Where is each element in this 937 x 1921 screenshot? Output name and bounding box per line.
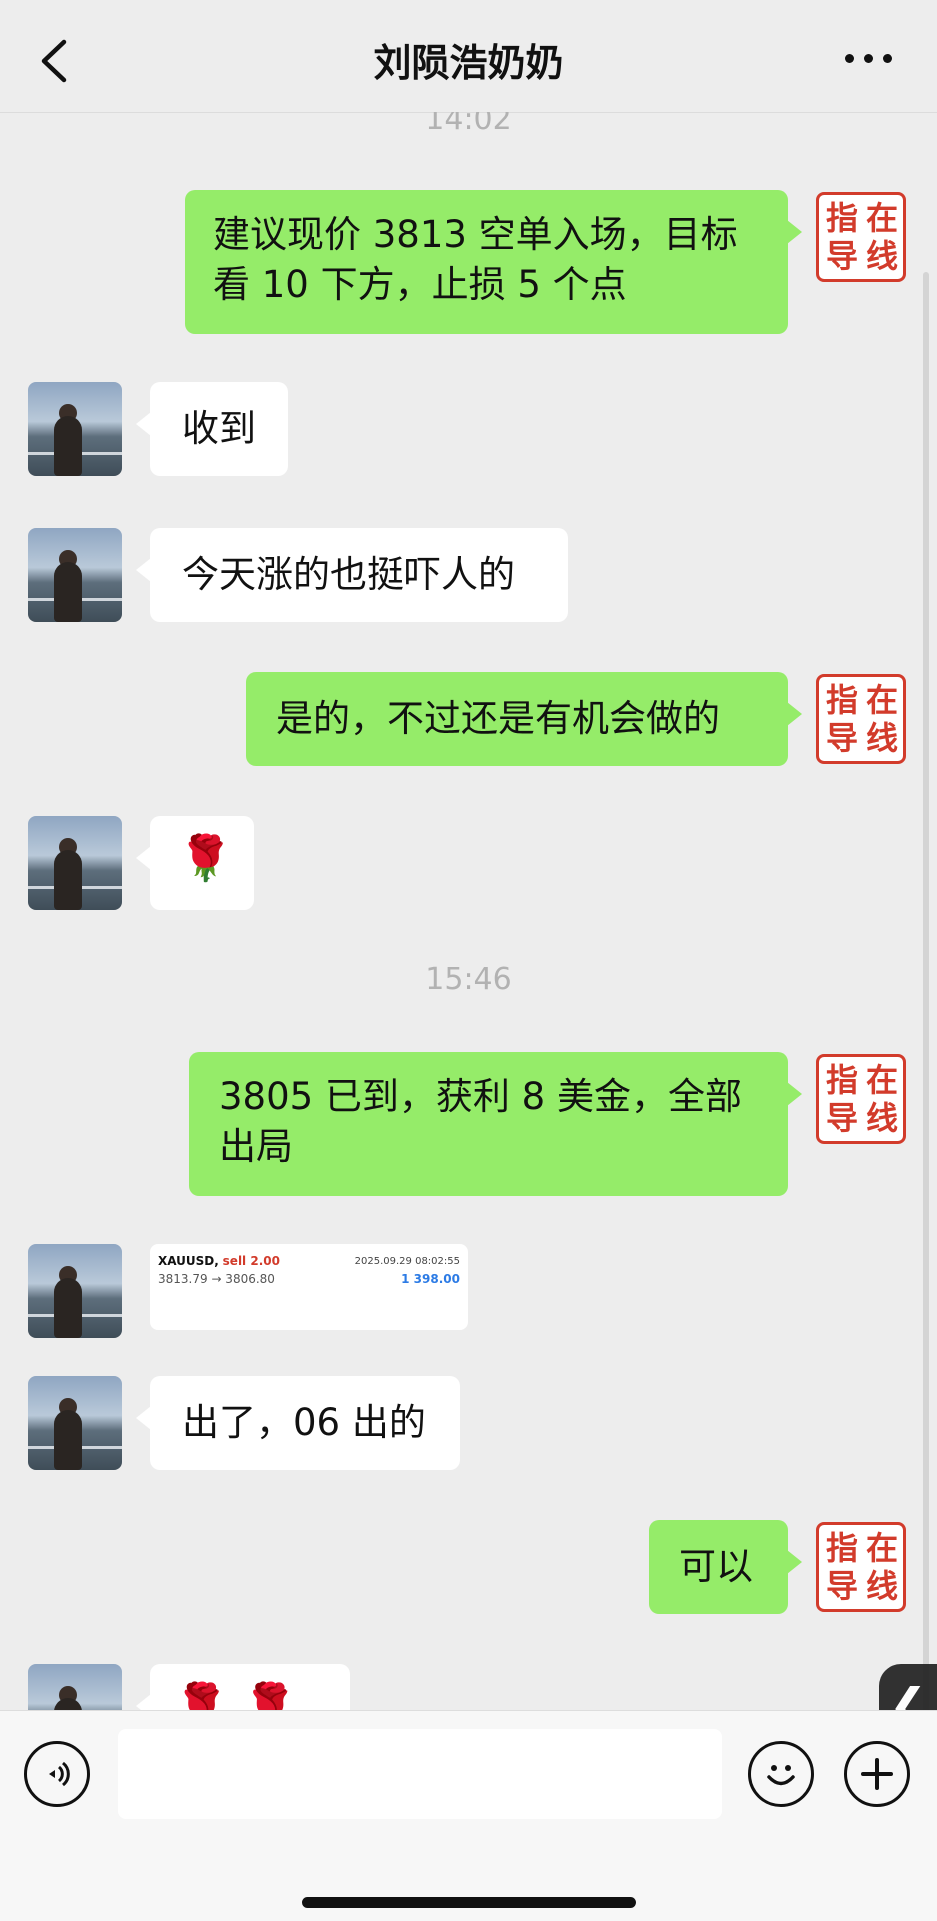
contact-avatar[interactable] (28, 1376, 122, 1470)
chat-header: 刘陨浩奶奶 (0, 0, 937, 113)
message-list[interactable]: 14:02 建议现价 3813 空单入场，目标 看 10 下方，止损 5 个点 … (0, 112, 937, 1710)
seal-avatar[interactable]: 指 在 导 线 (816, 1522, 906, 1612)
trade-symbol: XAUUSD, (158, 1254, 219, 1268)
chat-title: 刘陨浩奶奶 (373, 41, 564, 85)
seal-char: 在 (865, 681, 898, 719)
trade-datetime: 2025.09.29 08:02:55 (354, 1255, 460, 1267)
contact-avatar[interactable] (28, 816, 122, 910)
seal-char: 在 (865, 1061, 898, 1099)
seal-char: 指 (825, 681, 858, 719)
trade-screenshot-image[interactable]: XAUUSD, sell 2.00 2025.09.29 08:02:55 38… (150, 1244, 468, 1330)
seal-char: 指 (825, 199, 858, 237)
seal-char: 指 (825, 1529, 858, 1567)
seal-char: 线 (865, 719, 898, 757)
emoji-face-icon (767, 1765, 795, 1786)
seal-avatar[interactable]: 指 在 导 线 (816, 192, 906, 282)
message-bubble-incoming[interactable]: 今天涨的也挺吓人的 (136, 528, 568, 622)
message-input[interactable] (118, 1729, 722, 1819)
input-bar (0, 1710, 937, 1921)
contact-avatar[interactable] (28, 528, 122, 622)
message-line: 建议现价 3813 空单入场，目标 (213, 213, 738, 256)
plus-icon (861, 1758, 893, 1790)
seal-char: 导 (825, 719, 858, 757)
message-line: 看 10 下方，止损 5 个点 (213, 263, 627, 306)
trade-profit: 1 398.00 (401, 1272, 460, 1286)
seal-char: 线 (865, 237, 898, 275)
timestamp: 15:46 (425, 962, 512, 997)
home-indicator (302, 1897, 636, 1908)
seal-char: 导 (825, 237, 858, 275)
roses-emoji-bubble[interactable]: 🌹 🌹 🌹 (136, 1664, 350, 1710)
message-bubble-outgoing[interactable]: 3805 已到，获利 8 美金，全部 出局 (189, 1052, 802, 1196)
timestamp: 14:02 (425, 112, 512, 137)
message-bubble-outgoing[interactable]: 建议现价 3813 空单入场，目标 看 10 下方，止损 5 个点 (185, 190, 802, 334)
message-bubble-outgoing[interactable]: 可以 (649, 1520, 802, 1614)
trade-prices: 3813.79 → 3806.80 (158, 1272, 275, 1286)
voice-icon (49, 1761, 70, 1787)
add-button[interactable] (844, 1741, 910, 1807)
contact-avatar[interactable] (28, 382, 122, 476)
contact-avatar[interactable] (28, 1244, 122, 1338)
voice-button[interactable] (24, 1741, 90, 1807)
seal-avatar[interactable]: 指 在 导 线 (816, 674, 906, 764)
contact-avatar[interactable] (28, 1664, 122, 1710)
seal-char: 在 (865, 199, 898, 237)
more-dots-icon[interactable] (845, 54, 893, 68)
seal-char: 线 (865, 1099, 898, 1137)
seal-char: 导 (825, 1099, 858, 1137)
seal-char: 指 (825, 1061, 858, 1099)
message-line: 出局 (219, 1125, 293, 1168)
seal-char: 线 (865, 1567, 898, 1605)
message-bubble-incoming[interactable]: 出了，06 出的 (136, 1376, 460, 1470)
seal-char: 在 (865, 1529, 898, 1567)
seal-avatar[interactable]: 指 在 导 线 (816, 1054, 906, 1144)
message-bubble-outgoing[interactable]: 是的，不过还是有机会做的 (246, 672, 802, 766)
trade-action: sell 2.00 (222, 1254, 280, 1268)
message-bubble-incoming[interactable]: 收到 (136, 382, 288, 476)
emoji-button[interactable] (748, 1741, 814, 1807)
message-line: 3805 已到，获利 8 美金，全部 (219, 1075, 742, 1118)
seal-char: 导 (825, 1567, 858, 1605)
rose-emoji-bubble[interactable]: 🌹 (136, 816, 254, 910)
